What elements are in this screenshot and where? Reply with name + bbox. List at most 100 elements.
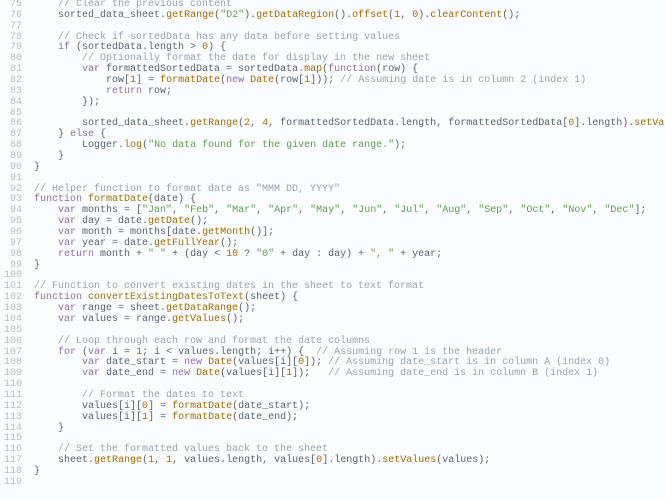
- token-punc: range = sheet.: [76, 303, 166, 314]
- token-punc: ];: [634, 205, 646, 216]
- token-punc: ]);: [304, 357, 328, 368]
- token-punc: }: [34, 260, 40, 271]
- line-number: 91: [0, 174, 22, 185]
- token-ident: Logger: [82, 140, 118, 151]
- token-func: getMonth: [202, 227, 250, 238]
- token-string: "Mar": [226, 205, 256, 216]
- token-func: log: [124, 140, 142, 151]
- token-punc: (date) {: [148, 194, 196, 205]
- code-line[interactable]: }: [34, 163, 665, 174]
- token-punc: ].: [574, 118, 586, 129]
- token-ident: values: [82, 401, 118, 412]
- token-keyword: var: [82, 357, 100, 368]
- code-line[interactable]: }: [34, 424, 665, 435]
- token-punc: ,: [466, 205, 478, 216]
- line-number-gutter: 7576777879808182838485868788899091929394…: [0, 0, 30, 500]
- token-punc: ,: [154, 455, 166, 466]
- token-string: "Jul": [394, 205, 424, 216]
- token-ident: sheet: [58, 455, 88, 466]
- token-keyword: new: [172, 368, 190, 379]
- token-string: "Oct": [520, 205, 550, 216]
- token-keyword: else: [70, 129, 94, 140]
- token-string: "Nov": [562, 205, 592, 216]
- token-string: "Aug": [436, 205, 466, 216]
- line-number: 106: [0, 337, 22, 348]
- code-line[interactable]: sheet.getRange(1, 1, values.length, valu…: [34, 456, 665, 467]
- token-punc: }: [34, 162, 40, 173]
- token-punc: ].: [322, 455, 334, 466]
- code-line[interactable]: return month + " " + (day < 10 ? "0" + d…: [34, 250, 665, 261]
- token-func: setValues: [634, 118, 665, 129]
- token-comment: // Loop through each row and format the …: [58, 336, 370, 347]
- token-punc: ,: [424, 205, 436, 216]
- token-string: "Apr": [268, 205, 298, 216]
- token-punc: }: [58, 129, 70, 140]
- token-punc: ; i++) {: [256, 347, 316, 358]
- token-punc: ,: [256, 205, 268, 216]
- token-punc: ; i < values.: [142, 347, 220, 358]
- token-punc: , formattedSortedData[: [436, 118, 568, 129]
- token-punc: ,: [172, 205, 184, 216]
- token-func: getDate: [148, 216, 190, 227]
- code-editor[interactable]: 7576777879808182838485868788899091929394…: [0, 0, 665, 500]
- token-punc: ,: [382, 205, 394, 216]
- code-line[interactable]: var values = range.getValues();: [34, 315, 665, 326]
- code-line[interactable]: [34, 478, 665, 489]
- token-punc: ();: [238, 303, 256, 314]
- code-line[interactable]: });: [34, 98, 665, 109]
- line-number: 98: [0, 250, 22, 261]
- line-number: 113: [0, 413, 22, 424]
- token-keyword: function: [34, 194, 82, 205]
- token-keyword: function: [34, 292, 82, 303]
- code-line[interactable]: sorted_data_sheet.getRange(2, 4, formatt…: [34, 119, 665, 130]
- code-line[interactable]: }: [34, 152, 665, 163]
- token-func: setValues: [382, 455, 436, 466]
- token-func: Date: [250, 75, 274, 86]
- code-line[interactable]: values[i][1] = formatDate(date_end);: [34, 413, 665, 424]
- token-punc: formattedSortedData = sortedData.: [100, 64, 304, 75]
- code-line[interactable]: }: [34, 261, 665, 272]
- token-string: "D2": [220, 10, 244, 21]
- token-punc: ) {: [208, 42, 226, 53]
- token-comment: // Clear the previous content: [58, 0, 232, 10]
- code-area[interactable]: // Clear the previous content sorted_dat…: [30, 0, 665, 500]
- token-comment: // Assuming date_end is in column B (ind…: [328, 368, 598, 379]
- token-punc: ().: [334, 10, 352, 21]
- token-func: formatDate: [172, 401, 232, 412]
- token-punc: (values);: [436, 455, 490, 466]
- token-comment: // Assuming date_start is in column A (i…: [328, 357, 610, 368]
- token-punc: ] =: [148, 401, 172, 412]
- code-line[interactable]: Logger.log("No data found for the given …: [34, 141, 665, 152]
- token-punc: , values[: [262, 455, 316, 466]
- token-string: "No data found for the given date range.…: [148, 140, 394, 151]
- token-keyword: var: [58, 216, 76, 227]
- token-punc: row;: [142, 86, 172, 97]
- code-line[interactable]: var date_end = new Date(values[i][1]); /…: [34, 369, 665, 380]
- token-punc: (values[i][: [220, 368, 286, 379]
- token-punc: date_start =: [100, 357, 184, 368]
- token-punc: month = months[date.: [76, 227, 202, 238]
- token-ident: length: [226, 455, 262, 466]
- token-func: offset: [352, 10, 388, 21]
- token-keyword: for: [58, 347, 76, 358]
- token-punc: + (day <: [166, 249, 226, 260]
- token-punc: ,: [250, 118, 262, 129]
- token-punc: ?: [238, 249, 256, 260]
- token-punc: ).: [622, 118, 634, 129]
- code-line[interactable]: return row;: [34, 87, 665, 98]
- token-punc: [i][: [118, 412, 142, 423]
- token-punc: month +: [94, 249, 148, 260]
- code-line[interactable]: sorted_data_sheet.getRange("D2").getData…: [34, 11, 665, 22]
- line-number: 77: [0, 22, 22, 33]
- token-func: getRange: [166, 10, 214, 21]
- token-punc: ();: [502, 10, 520, 21]
- token-ident: length: [400, 118, 436, 129]
- token-string: " ": [148, 249, 166, 260]
- token-punc: (date_end);: [232, 412, 298, 423]
- code-line[interactable]: }: [34, 467, 665, 478]
- token-ident: row: [106, 75, 124, 86]
- token-punc: + day : day) +: [274, 249, 370, 260]
- token-keyword: var: [82, 368, 100, 379]
- token-punc: ,: [592, 205, 604, 216]
- token-string: "Dec": [604, 205, 634, 216]
